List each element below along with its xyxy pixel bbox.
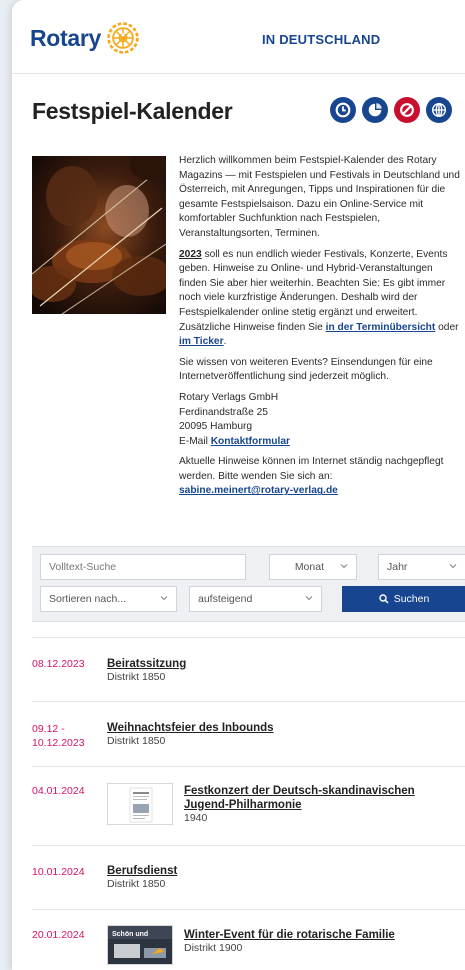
action-icons — [330, 97, 452, 123]
address-line: Rotary Verlags GmbH — [179, 391, 279, 403]
event-item: Beiratssitzung Distrikt 1850 — [107, 657, 457, 684]
site-header: Rotary IN DEUTSCHLAND — [12, 0, 465, 74]
search-button-label: Suchen — [393, 593, 430, 605]
intro-text-span: soll es nun endlich wieder Festivals, Ko… — [179, 248, 448, 333]
fulltext-search-input[interactable]: Volltext-Suche — [40, 554, 246, 580]
event-date: 04.01.2024 — [32, 785, 85, 797]
event-date-start: 09.12 - — [32, 723, 65, 735]
page-title: Festspiel-Kalender — [32, 98, 233, 124]
search-panel: Volltext-Suche Monat Jahr Sortieren nach… — [32, 546, 465, 622]
address-line: E-Mail — [179, 435, 211, 447]
intro-text: Herzlich willkommen beim Festspiel-Kalen… — [179, 154, 461, 505]
divider — [32, 845, 465, 846]
event-district: Distrikt 1850 — [107, 735, 166, 747]
event-item: Berufsdienst Distrikt 1850 — [107, 864, 457, 891]
order-select[interactable]: aufsteigend — [189, 586, 322, 612]
intro-text-span: . — [223, 336, 227, 348]
violin-orchestra-photo — [32, 156, 166, 314]
event-item: Weihnachtsfeier des Inbounds Distrikt 18… — [107, 721, 457, 748]
event-date: 09.12 - 10.12.2023 — [32, 722, 85, 750]
divider — [32, 909, 465, 910]
year-select-value: Jahr — [387, 561, 408, 573]
event-district: Distrikt 1850 — [107, 878, 166, 890]
event-title-link[interactable]: Winter-Event für die rotarische Familie — [184, 928, 459, 942]
year-link[interactable]: 2023 — [179, 249, 202, 260]
nav-title[interactable]: IN DEUTSCHLAND — [262, 32, 380, 47]
thumbnail-text: Schön und — [112, 931, 148, 938]
intro-paragraph-5: Aktuelle Hinweise können im Internet stä… — [179, 455, 461, 499]
rotary-logo[interactable]: Rotary — [30, 20, 141, 56]
search-icon — [378, 594, 389, 604]
termin-link[interactable]: in der Terminübersicht — [326, 322, 436, 333]
event-date-end: 10.12.2023 — [32, 737, 85, 749]
event-thumbnail[interactable]: Schön und — [107, 925, 173, 965]
event-date: 10.01.2024 — [32, 866, 85, 878]
divider — [32, 701, 465, 702]
rotary-wheel-icon — [107, 22, 139, 54]
intro-paragraph-2: 2023 soll es nun endlich wieder Festival… — [179, 248, 461, 350]
event-date: 20.01.2024 — [32, 929, 85, 941]
event-district: Distrikt 1850 — [107, 671, 166, 683]
divider — [32, 766, 465, 767]
page: Rotary IN DEUTSCHLAND Festspiel-Kalender… — [12, 0, 465, 970]
address-line: 20095 Hamburg — [179, 421, 253, 433]
intro-paragraph: Herzlich willkommen beim Festspiel-Kalen… — [179, 155, 460, 239]
contact-note: Aktuelle Hinweise können im Internet stä… — [179, 456, 444, 482]
chevron-down-icon — [305, 596, 313, 601]
month-select-value: Monat — [294, 561, 324, 573]
chevron-down-icon — [160, 596, 168, 601]
clock-icon[interactable] — [330, 97, 356, 123]
chevron-down-icon — [449, 564, 457, 569]
address: Rotary Verlags GmbH Ferdinandstraße 25 2… — [179, 391, 461, 449]
pie-chart-icon[interactable] — [362, 97, 388, 123]
intro-paragraph-3: Sie wissen von weiteren Events? Einsendu… — [179, 356, 433, 383]
event-date: 08.12.2023 — [32, 658, 85, 670]
globe-icon[interactable] — [426, 97, 452, 123]
event-district: Distrikt 1900 — [184, 942, 243, 954]
ticker-link[interactable]: im Ticker — [179, 336, 224, 347]
event-title-link[interactable]: Beiratssitzung — [107, 657, 457, 671]
event-item: Winter-Event für die rotarische Familie … — [184, 928, 459, 955]
sort-select-value: Sortieren nach... — [49, 593, 127, 605]
event-title-link[interactable]: Festkonzert der Deutsch-skandinavischen … — [184, 784, 459, 812]
logo-text: Rotary — [30, 24, 102, 51]
year-select[interactable]: Jahr — [378, 554, 465, 580]
event-title-link[interactable]: Weihnachtsfeier des Inbounds — [107, 721, 457, 735]
order-select-value: aufsteigend — [198, 593, 253, 605]
no-symbol-icon[interactable] — [394, 97, 420, 123]
month-select[interactable]: Monat — [269, 554, 357, 580]
event-thumbnail[interactable] — [107, 783, 173, 825]
divider — [32, 637, 465, 638]
intro-text-span: oder — [435, 321, 459, 333]
address-line: Ferdinandstraße 25 — [179, 406, 268, 418]
sort-select[interactable]: Sortieren nach... — [40, 586, 177, 612]
search-button[interactable]: Suchen — [342, 586, 465, 612]
event-district: 1940 — [184, 812, 208, 824]
event-title-link[interactable]: Berufsdienst — [107, 864, 457, 878]
chevron-down-icon — [340, 564, 348, 569]
event-item: Festkonzert der Deutsch-skandinavischen … — [184, 784, 459, 825]
email-link[interactable]: sabine.meinert@rotary-verlag.de — [179, 485, 338, 496]
contact-form-link[interactable]: Kontaktformular — [211, 436, 290, 447]
